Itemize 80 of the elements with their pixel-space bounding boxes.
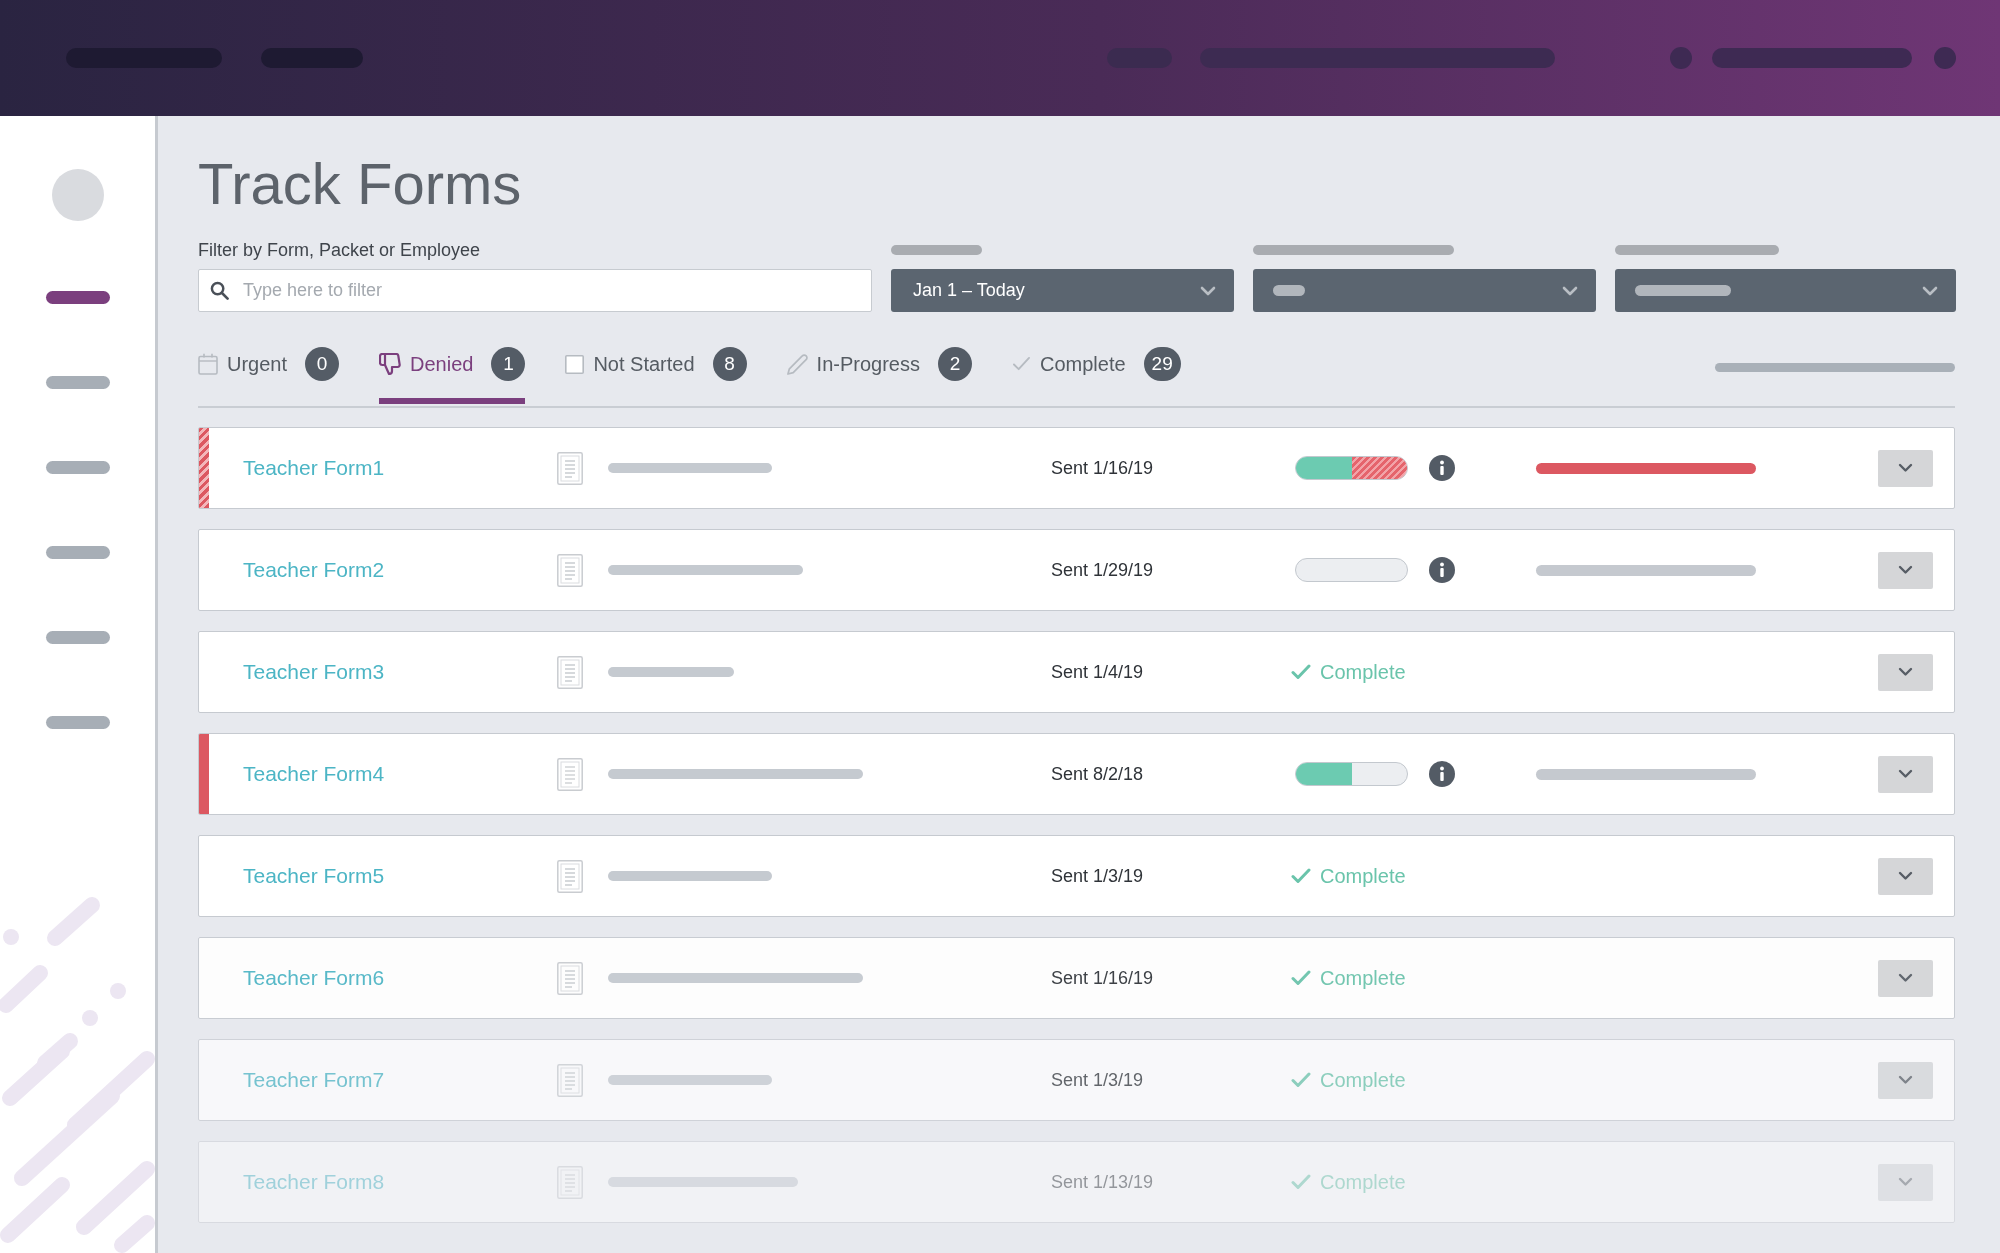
expand-button[interactable] bbox=[1878, 755, 1933, 793]
filter-tab[interactable]: In-Progress 2 bbox=[786, 330, 972, 404]
chevron-down-icon bbox=[1922, 285, 1938, 296]
info-icon[interactable] bbox=[1429, 557, 1455, 583]
filter-label: Filter by Form, Packet or Employee bbox=[198, 239, 481, 262]
sent-date: Sent 1/29/19 bbox=[1051, 558, 1154, 582]
info-icon[interactable] bbox=[1429, 455, 1455, 481]
count-badge: 29 bbox=[1143, 347, 1181, 381]
document-icon bbox=[557, 451, 583, 485]
checkbox-icon bbox=[565, 354, 585, 374]
document-icon bbox=[557, 757, 583, 791]
search-icon bbox=[210, 281, 229, 300]
form-link[interactable]: Teacher Form7 bbox=[243, 1064, 385, 1096]
thumbs-down-icon bbox=[379, 353, 402, 375]
placeholder-bar bbox=[1273, 285, 1305, 296]
status-label: Complete bbox=[1320, 864, 1406, 889]
form-link[interactable]: Teacher Form2 bbox=[243, 554, 385, 586]
check-icon bbox=[1011, 356, 1031, 372]
page-title: Track Forms bbox=[198, 155, 522, 213]
dropdown[interactable] bbox=[1253, 269, 1596, 312]
sent-date: Sent 1/4/19 bbox=[1051, 660, 1144, 684]
calendar-icon bbox=[198, 353, 218, 375]
count-badge: 1 bbox=[491, 347, 526, 381]
filter-tab[interactable]: Urgent 0 bbox=[198, 330, 340, 404]
expand-button[interactable] bbox=[1878, 449, 1933, 487]
sent-date: Sent 1/13/19 bbox=[1051, 1170, 1154, 1194]
form-link[interactable]: Teacher Form1 bbox=[243, 452, 385, 484]
chevron-down-icon bbox=[1898, 769, 1913, 779]
sent-date: Sent 1/16/19 bbox=[1051, 966, 1154, 990]
chevron-down-icon bbox=[1898, 667, 1913, 677]
pencil-icon bbox=[786, 353, 808, 375]
expand-button[interactable] bbox=[1878, 653, 1933, 691]
chevron-down-icon bbox=[1562, 285, 1578, 296]
check-icon bbox=[1291, 868, 1311, 884]
info-icon[interactable] bbox=[1429, 761, 1455, 787]
form-link[interactable]: Teacher Form3 bbox=[243, 656, 385, 688]
sent-date: Sent 8/2/18 bbox=[1051, 762, 1144, 786]
nav-item[interactable] bbox=[45, 291, 110, 304]
expand-button[interactable] bbox=[1878, 1061, 1933, 1099]
chevron-down-icon bbox=[1898, 973, 1913, 983]
check-icon bbox=[1291, 664, 1311, 680]
form-link[interactable]: Teacher Form8 bbox=[243, 1166, 385, 1198]
chevron-down-icon bbox=[1898, 1075, 1913, 1085]
count-badge: 0 bbox=[305, 347, 340, 381]
chevron-down-icon bbox=[1898, 1177, 1913, 1187]
count-badge: 8 bbox=[712, 347, 747, 381]
expand-button[interactable] bbox=[1878, 1163, 1933, 1201]
chevron-down-icon bbox=[1200, 285, 1216, 296]
sent-date: Sent 1/3/19 bbox=[1051, 864, 1144, 888]
expand-button[interactable] bbox=[1878, 551, 1933, 589]
document-icon bbox=[557, 1165, 583, 1199]
check-icon bbox=[1291, 1174, 1311, 1190]
expand-button[interactable] bbox=[1878, 959, 1933, 997]
filter-tab[interactable]: Not Started 8 bbox=[565, 330, 747, 404]
status-label: Complete bbox=[1320, 660, 1406, 685]
count-badge: 2 bbox=[937, 347, 972, 381]
form-link[interactable]: Teacher Form5 bbox=[243, 860, 385, 892]
status-label: Complete bbox=[1320, 966, 1406, 991]
search-field[interactable]: Type here to filter bbox=[198, 269, 872, 312]
expand-button[interactable] bbox=[1878, 857, 1933, 895]
avatar bbox=[51, 169, 104, 221]
check-icon bbox=[1291, 970, 1311, 986]
document-icon bbox=[557, 859, 583, 893]
sent-date: Sent 1/3/19 bbox=[1051, 1068, 1144, 1092]
form-link[interactable]: Teacher Form6 bbox=[243, 962, 385, 994]
chevron-down-icon bbox=[1898, 871, 1913, 881]
document-icon bbox=[557, 553, 583, 587]
chevron-down-icon bbox=[1898, 463, 1913, 473]
status-label: Complete bbox=[1320, 1170, 1406, 1195]
form-link[interactable]: Teacher Form4 bbox=[243, 758, 385, 790]
check-icon bbox=[1291, 1072, 1311, 1088]
status-label: Complete bbox=[1320, 1068, 1406, 1093]
document-icon bbox=[557, 961, 583, 995]
document-icon bbox=[557, 655, 583, 689]
chevron-down-icon bbox=[1898, 565, 1913, 575]
dropdown[interactable] bbox=[1615, 269, 1956, 312]
date-range-dropdown[interactable]: Jan 1 – Today bbox=[891, 269, 1234, 312]
filter-tab[interactable]: Complete 29 bbox=[1011, 330, 1181, 404]
sent-date: Sent 1/16/19 bbox=[1051, 456, 1154, 480]
document-icon bbox=[557, 1063, 583, 1097]
